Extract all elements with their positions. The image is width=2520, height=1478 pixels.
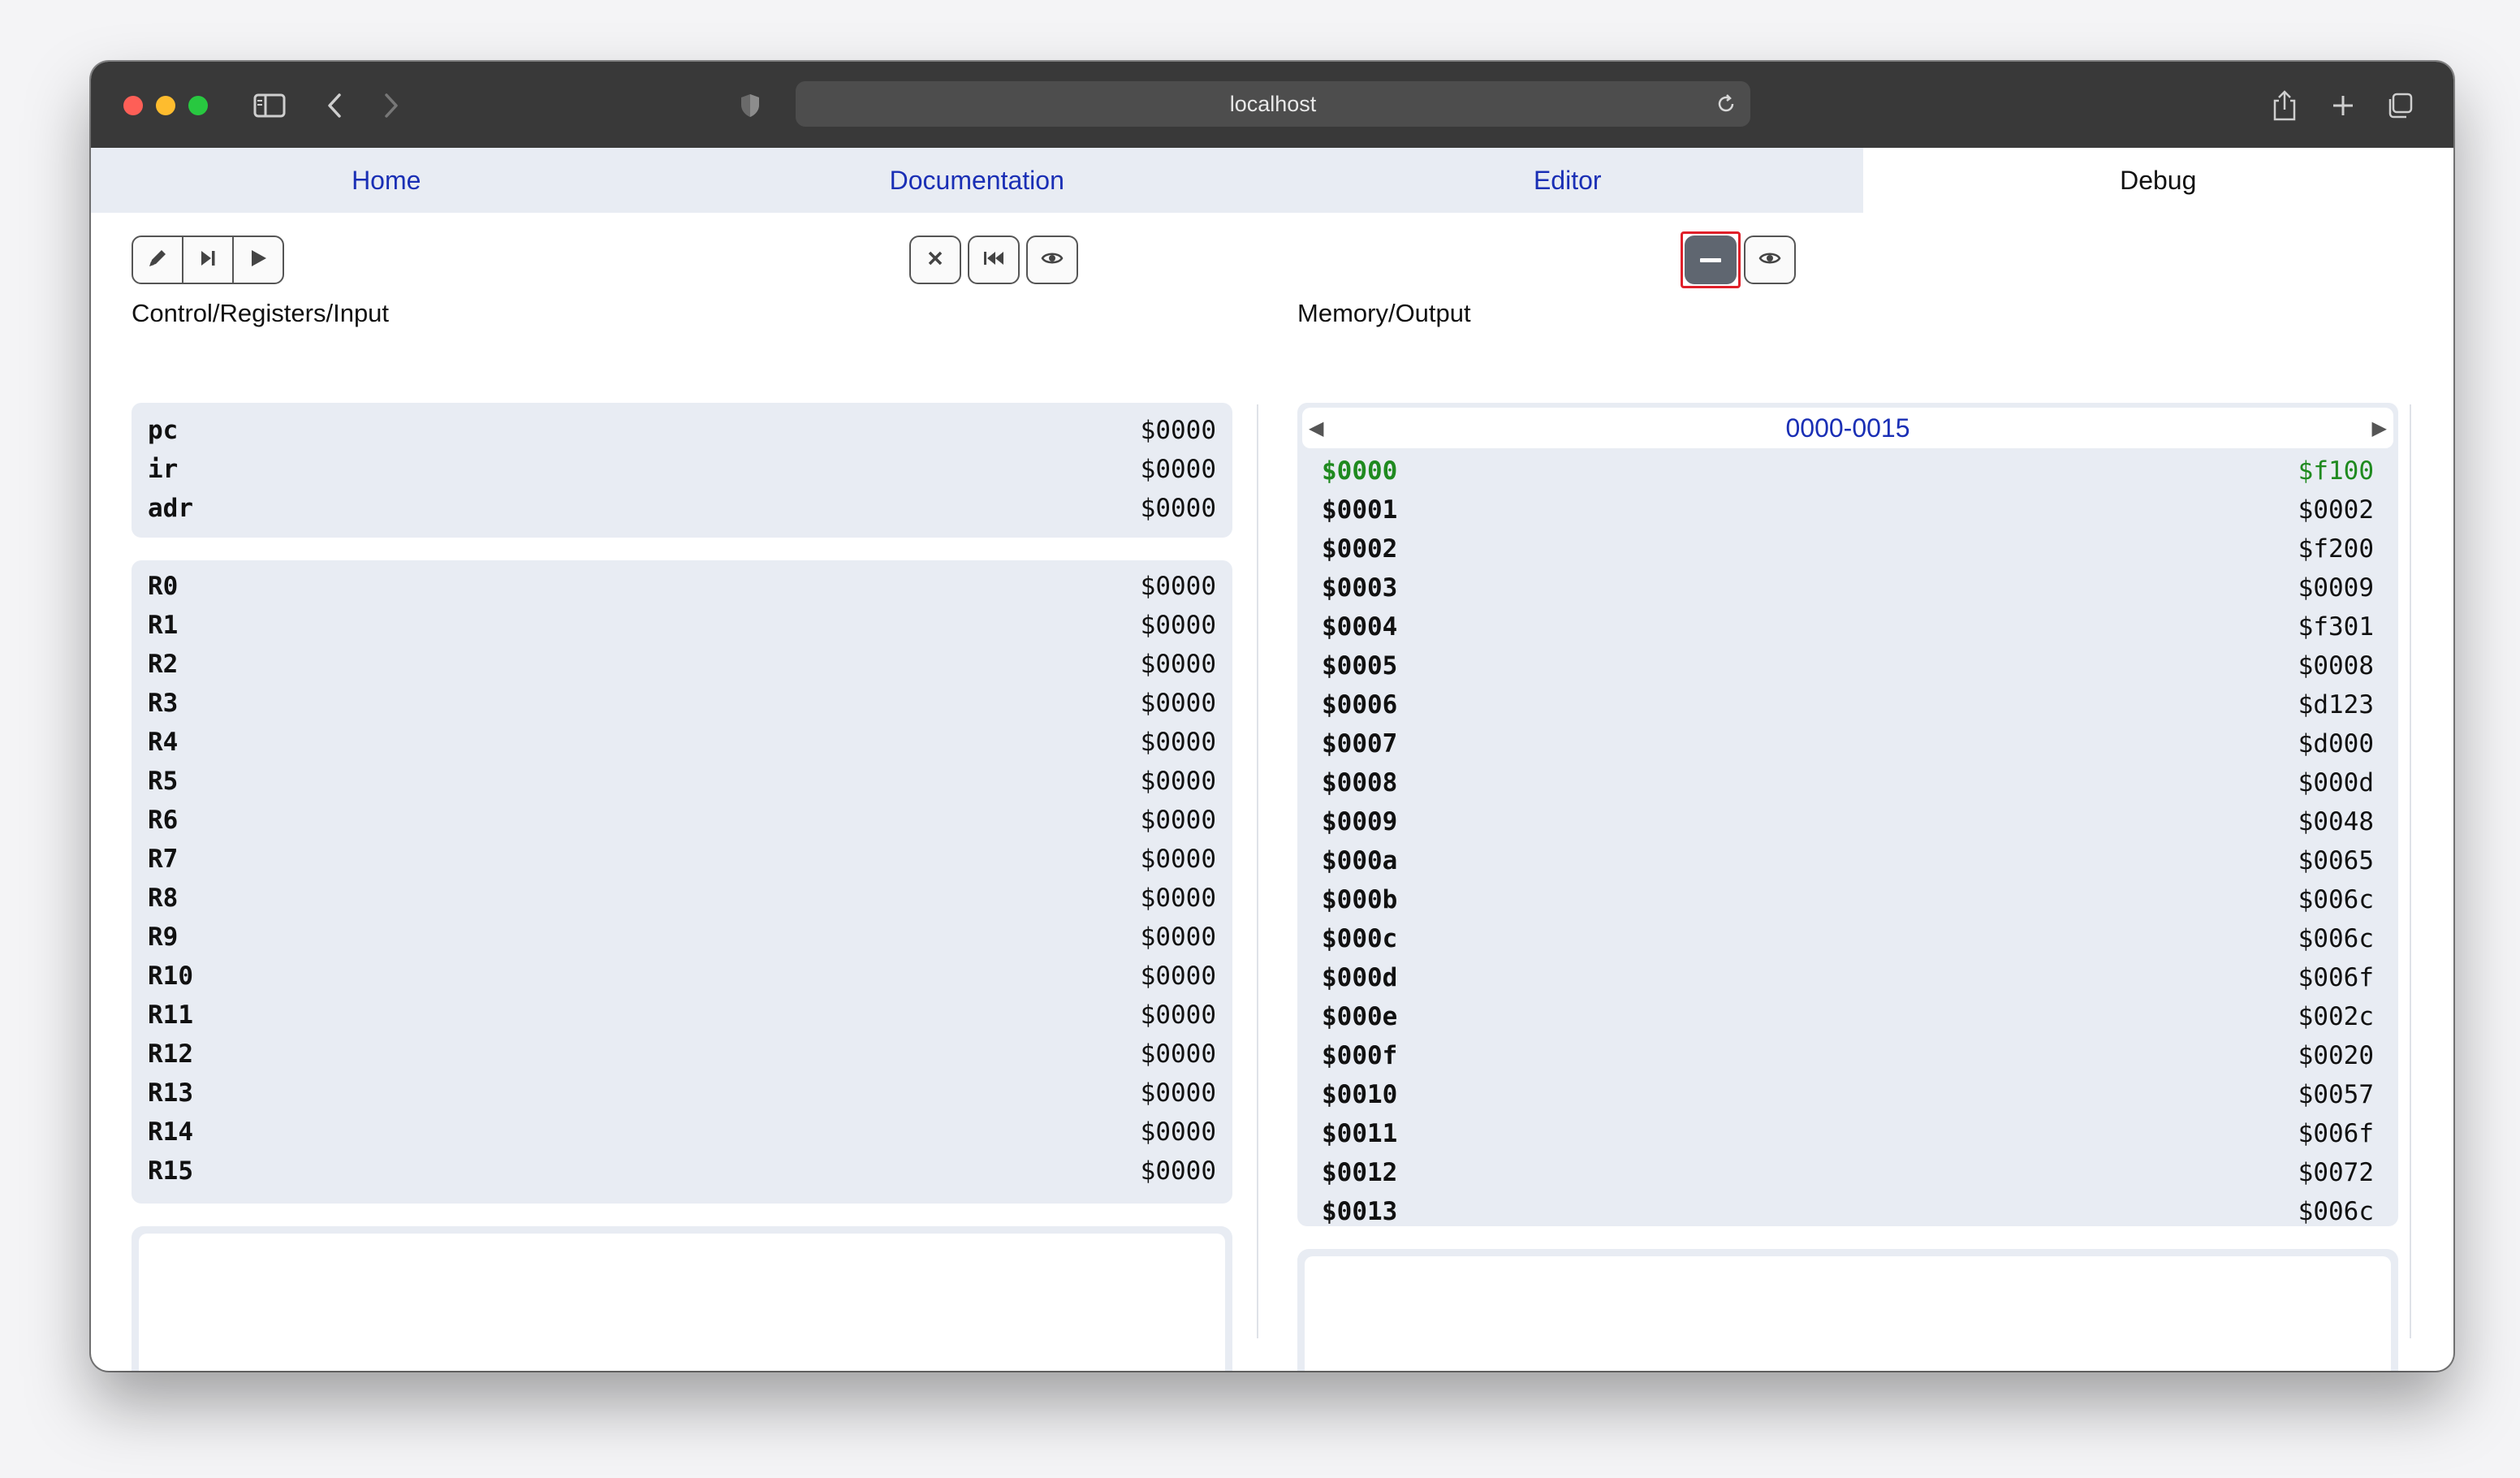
memory-row: $0002 $f200 [1322, 534, 2374, 564]
debug-view: Control/Registers/Input Memory/Output pc… [91, 213, 2453, 1371]
collapse-memory-button[interactable] [1685, 236, 1737, 284]
step-button[interactable] [182, 236, 234, 284]
sidebar-toggle-icon[interactable] [250, 86, 289, 125]
memory-row: $000b $006c [1322, 885, 2374, 914]
new-tab-icon[interactable] [2325, 86, 2361, 125]
column-divider [1257, 404, 1258, 1338]
memory-row: $0008 $000d [1322, 768, 2374, 797]
memory-row: $0007 $d000 [1322, 729, 2374, 758]
register-row: R8 $0000 [148, 884, 1216, 913]
reload-icon[interactable] [1711, 89, 1741, 119]
left-section-title: Control/Registers/Input [132, 299, 390, 327]
main-nav: Home Documentation Editor Debug [91, 148, 2453, 213]
register-row: R5 $0000 [148, 767, 1216, 796]
register-row: R15 $0000 [148, 1156, 1216, 1186]
memory-list[interactable]: $0000 $f100 $0001 $0002 $0002 $f200 $0003 $0… [1297, 452, 2398, 1226]
edit-button[interactable] [132, 236, 183, 284]
minimize-window-button[interactable] [156, 96, 175, 115]
memory-row: $000e $002c [1322, 1002, 2374, 1031]
next-page-icon[interactable]: ▶ [2372, 417, 2387, 440]
register-row: R9 $0000 [148, 923, 1216, 952]
output-field [1305, 1256, 2391, 1371]
close-window-button[interactable] [123, 96, 143, 115]
focused-button-highlight [1681, 231, 1741, 288]
pencil-icon [146, 247, 169, 274]
tab-editor[interactable]: Editor [1272, 148, 1863, 213]
play-icon [248, 248, 269, 273]
memory-row: $0004 $f301 [1322, 612, 2374, 642]
browser-window: localhost Home Documentation Editor Debu… [91, 62, 2453, 1371]
memory-range-label[interactable]: 0000-0015 [1785, 413, 1909, 443]
control-panel: pc $0000 ir $0000 adr $0000 [132, 403, 1232, 538]
right-edge-line [2410, 404, 2411, 1338]
right-toolbar [1681, 231, 1802, 288]
register-row: R3 $0000 [148, 689, 1216, 718]
memory-row: $000c $006c [1322, 924, 2374, 953]
address-bar[interactable]: localhost [796, 81, 1750, 127]
memory-row: $0011 $006f [1322, 1119, 2374, 1148]
memory-panel: ◀ 0000-0015 ▶ $0000 $f100 $0001 $0002 $000… [1297, 403, 2398, 1226]
registers-panel: R0 $0000 R1 $0000 R2 $0000 R3 $0000 R4 $0000 … [132, 560, 1232, 1204]
input-area [132, 1226, 1232, 1371]
close-icon [926, 249, 944, 271]
memory-row: $0001 $0002 [1322, 495, 2374, 525]
memory-row-current: $0000 $f100 [1322, 456, 2374, 486]
watch-registers-button[interactable] [1026, 236, 1078, 284]
memory-row: $000a $0065 [1322, 846, 2374, 875]
register-row: R11 $0000 [148, 1000, 1216, 1030]
minus-icon [1700, 253, 1721, 267]
shield-icon[interactable] [734, 86, 766, 125]
memory-row: $000d $006f [1322, 963, 2374, 992]
register-row: R13 $0000 [148, 1078, 1216, 1108]
output-area [1297, 1249, 2398, 1371]
register-row: R6 $0000 [148, 806, 1216, 835]
share-icon[interactable] [2267, 86, 2302, 125]
tab-documentation[interactable]: Documentation [681, 148, 1272, 213]
register-row: R2 $0000 [148, 650, 1216, 679]
url-text: localhost [1229, 91, 1317, 116]
run-button[interactable] [232, 236, 284, 284]
step-icon [197, 248, 218, 273]
memory-row: $0012 $0072 [1322, 1158, 2374, 1187]
tab-debug[interactable]: Debug [1862, 148, 2453, 213]
register-row: R7 $0000 [148, 845, 1216, 874]
memory-row: $000f $0020 [1322, 1041, 2374, 1070]
register-row: R0 $0000 [148, 572, 1216, 601]
memory-row: $0003 $0009 [1322, 573, 2374, 603]
memory-row: $0006 $d123 [1322, 690, 2374, 720]
rewind-icon [982, 249, 1006, 271]
control-row: pc $0000 [148, 416, 1216, 445]
input-field[interactable] [139, 1234, 1225, 1371]
center-toolbar [909, 236, 1085, 284]
watch-memory-button[interactable] [1744, 236, 1796, 284]
prev-page-icon[interactable]: ◀ [1309, 417, 1323, 440]
browser-titlebar: localhost [91, 62, 2453, 149]
maximize-window-button[interactable] [188, 96, 208, 115]
reset-button[interactable] [968, 236, 1020, 284]
memory-range-header: ◀ 0000-0015 ▶ [1302, 408, 2393, 448]
register-row: R4 $0000 [148, 728, 1216, 757]
stop-button[interactable] [909, 236, 961, 284]
tab-overview-icon[interactable] [2382, 86, 2418, 125]
memory-row: $0009 $0048 [1322, 807, 2374, 836]
memory-row: $0005 $0008 [1322, 651, 2374, 681]
right-section-title: Memory/Output [1297, 299, 1471, 327]
back-icon[interactable] [318, 86, 351, 125]
forward-icon[interactable] [375, 86, 408, 125]
memory-row: $0010 $0057 [1322, 1080, 2374, 1109]
memory-row: $0013 $006c [1322, 1197, 2374, 1226]
eye-icon [1041, 250, 1064, 270]
register-row: R1 $0000 [148, 611, 1216, 640]
left-toolbar [132, 236, 284, 284]
eye-icon [1758, 250, 1781, 270]
control-row: ir $0000 [148, 455, 1216, 484]
register-row: R12 $0000 [148, 1039, 1216, 1069]
register-row: R10 $0000 [148, 962, 1216, 991]
tab-home[interactable]: Home [91, 148, 682, 213]
register-row: R14 $0000 [148, 1117, 1216, 1147]
control-row: adr $0000 [148, 494, 1216, 523]
